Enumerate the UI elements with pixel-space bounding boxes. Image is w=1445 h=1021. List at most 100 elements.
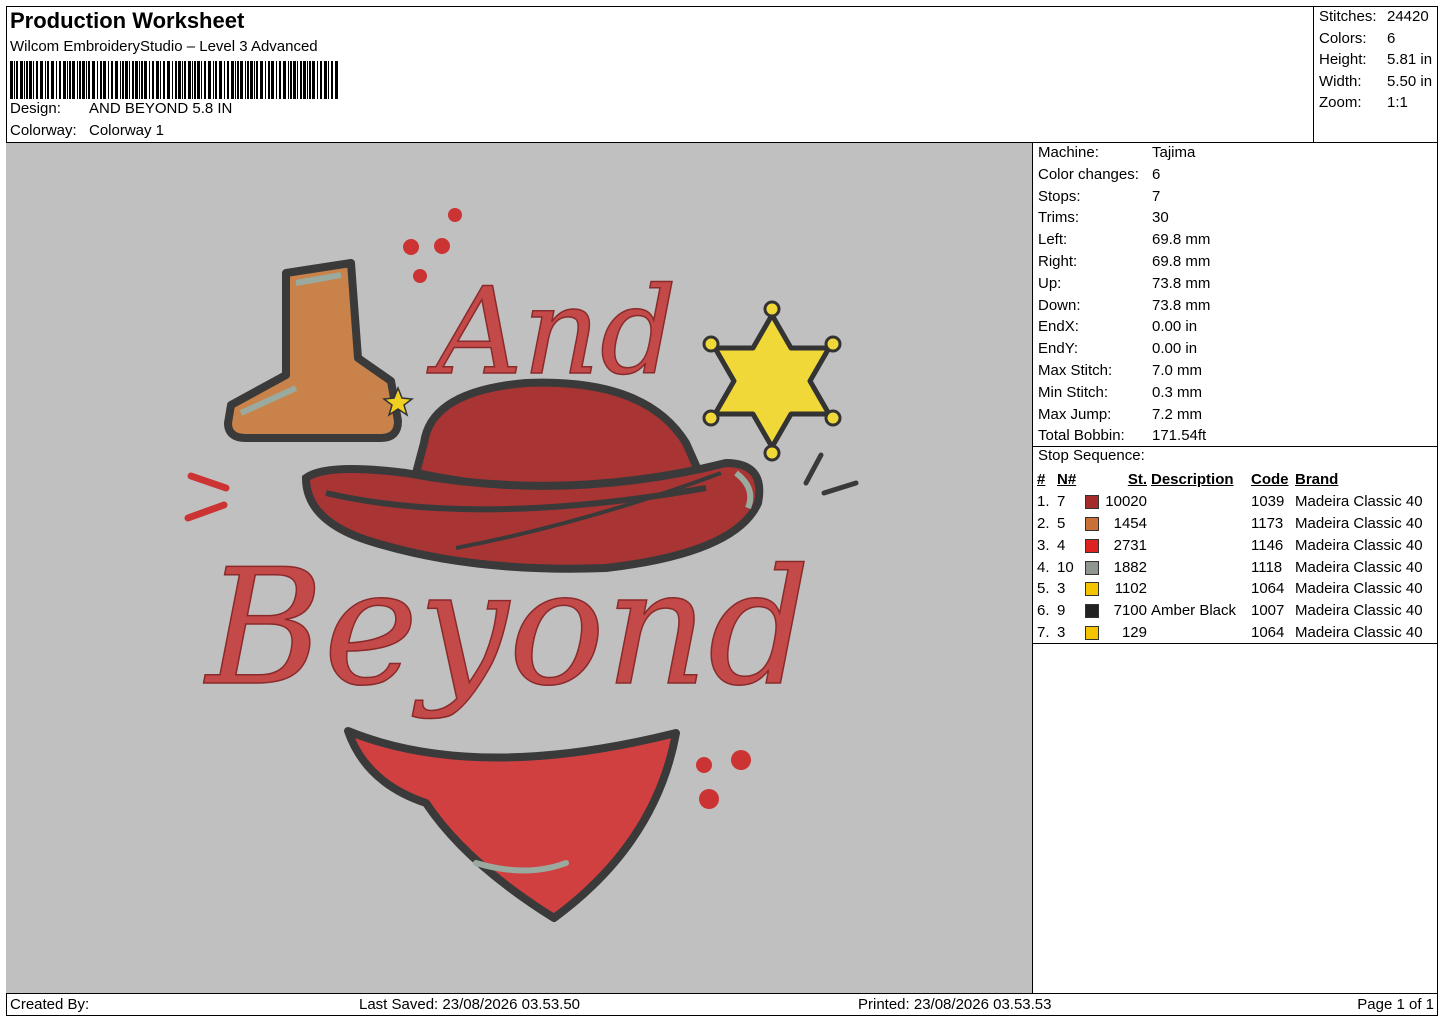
info-row: EndY: 0.00 in bbox=[1038, 340, 1198, 358]
barcode-bar bbox=[29, 61, 32, 99]
spark-decoration bbox=[803, 452, 824, 486]
stat-row: Zoom: 1:1 bbox=[1319, 94, 1408, 111]
stat-row: Height: 5.81 in bbox=[1319, 51, 1433, 68]
design-preview: And Beyond bbox=[6, 143, 1033, 993]
table-cell: 6. bbox=[1037, 602, 1050, 620]
table-cell bbox=[1149, 578, 1249, 600]
table-cell: 1882 bbox=[1113, 558, 1147, 576]
table-cell: 10 bbox=[1057, 558, 1074, 576]
barcode-bar bbox=[201, 61, 202, 99]
colorway-value: Colorway 1 bbox=[89, 122, 165, 139]
barcode-bar bbox=[235, 61, 236, 99]
info-row: Left: 69.8 mm bbox=[1038, 231, 1211, 249]
barcode-bar bbox=[215, 61, 217, 99]
barcode-bar bbox=[69, 61, 71, 99]
info-row: Max Stitch: 7.0 mm bbox=[1038, 362, 1203, 379]
barcode-bar bbox=[300, 61, 302, 99]
dot-decoration bbox=[403, 239, 419, 255]
barcode-bar bbox=[59, 61, 61, 99]
barcode-bar bbox=[72, 61, 75, 99]
color-swatch bbox=[1085, 582, 1099, 597]
column-header: N# bbox=[1057, 471, 1077, 489]
table-cell: 1454 bbox=[1113, 514, 1147, 532]
barcode-bar bbox=[184, 61, 186, 99]
barcode-bar bbox=[224, 61, 225, 99]
stop-sequence-table: # N# St. Description Code Brand 1. 7 10020… bbox=[1035, 469, 1425, 643]
created-by: Created By: bbox=[10, 996, 90, 1013]
barcode-bar bbox=[317, 61, 318, 99]
barcode-bar bbox=[204, 61, 206, 99]
table-cell: 4 bbox=[1057, 536, 1066, 554]
info-row: Max Jump: 7.2 mm bbox=[1038, 405, 1203, 423]
barcode-bar bbox=[194, 61, 196, 99]
last-saved: Last Saved: 23/08/2026 03.53.50 bbox=[359, 996, 581, 1013]
design-value: AND BEYOND 5.8 IN bbox=[89, 100, 233, 117]
barcode-bar bbox=[14, 61, 15, 99]
color-swatch bbox=[1085, 517, 1099, 532]
boot-icon bbox=[224, 259, 414, 442]
barcode-bar bbox=[331, 61, 333, 99]
color-swatch-cell bbox=[1083, 491, 1101, 513]
barcode-bar bbox=[20, 61, 23, 99]
barcode-bar bbox=[175, 61, 177, 99]
table-cell: 3. bbox=[1037, 536, 1050, 554]
color-swatch bbox=[1085, 604, 1099, 619]
dot-decoration bbox=[699, 789, 719, 809]
table-cell: Madeira Classic 40 bbox=[1295, 514, 1423, 532]
color-swatch-cell bbox=[1083, 622, 1101, 644]
barcode-bar bbox=[92, 61, 95, 99]
table-cell bbox=[1149, 534, 1249, 556]
barcode-bar bbox=[47, 61, 49, 99]
color-swatch bbox=[1085, 560, 1099, 575]
barcode-bar bbox=[182, 61, 183, 99]
stat-row: Width: 5.50 in bbox=[1319, 72, 1433, 90]
barcode-bar bbox=[245, 61, 246, 99]
sheriff-star-icon bbox=[702, 300, 842, 462]
barcode-bar bbox=[197, 61, 200, 99]
barcode-bar bbox=[149, 61, 150, 99]
table-cell: Madeira Classic 40 bbox=[1295, 493, 1423, 511]
info-row: Min Stitch: 0.3 mm bbox=[1038, 383, 1203, 401]
barcode-bar bbox=[260, 61, 263, 99]
column-header: # bbox=[1037, 471, 1046, 489]
table-cell: 5. bbox=[1037, 580, 1050, 598]
barcode-bar bbox=[167, 61, 170, 99]
spark-decoration bbox=[184, 501, 228, 522]
dot-decoration bbox=[448, 208, 462, 222]
info-row: Right: 69.8 mm bbox=[1038, 253, 1211, 270]
barcode-bar bbox=[320, 61, 322, 99]
barcode-bar bbox=[108, 61, 109, 99]
barcode-bar bbox=[100, 61, 102, 99]
table-cell: 3 bbox=[1057, 623, 1066, 641]
dot-decoration bbox=[731, 750, 751, 770]
barcode-bar bbox=[312, 61, 315, 99]
table-cell: 1064 bbox=[1251, 623, 1285, 641]
table-cell: 7100 bbox=[1113, 602, 1147, 620]
color-swatch bbox=[1085, 495, 1099, 510]
barcode-bar bbox=[279, 61, 281, 99]
barcode-bar bbox=[188, 61, 191, 99]
table-row: 4. 10 1882 1118 Madeira Classic 40 bbox=[1035, 556, 1425, 578]
barcode-bar bbox=[63, 61, 66, 99]
table-cell: 3 bbox=[1057, 580, 1066, 598]
info-row: Total Bobbin: 171.54ft bbox=[1038, 427, 1207, 445]
barcode-bar bbox=[33, 61, 34, 99]
info-row: Stops: 7 bbox=[1038, 187, 1161, 205]
barcode-bar bbox=[297, 61, 298, 99]
barcode-bar bbox=[192, 61, 193, 99]
barcode-bar bbox=[16, 61, 18, 99]
divider bbox=[1033, 643, 1438, 644]
barcode-bar bbox=[67, 61, 68, 99]
color-swatch-cell bbox=[1083, 556, 1101, 578]
table-cell: 1039 bbox=[1251, 493, 1285, 511]
table-row: 1. 7 10020 1039 Madeira Classic 40 bbox=[1035, 491, 1425, 513]
stat-row: Stitches: 24420 bbox=[1319, 8, 1429, 25]
barcode-bar bbox=[51, 61, 54, 99]
table-cell: 9 bbox=[1057, 602, 1066, 620]
barcode-bar bbox=[163, 61, 165, 99]
embroidery-design: And Beyond bbox=[184, 208, 859, 922]
software-name: Wilcom EmbroideryStudio – Level 3 Advanc… bbox=[10, 38, 318, 55]
barcode-bar bbox=[139, 61, 140, 99]
color-swatch bbox=[1085, 538, 1099, 553]
machine-info-panel: Machine: Tajima Color changes: 6 Stops: 7 T… bbox=[1033, 143, 1438, 993]
